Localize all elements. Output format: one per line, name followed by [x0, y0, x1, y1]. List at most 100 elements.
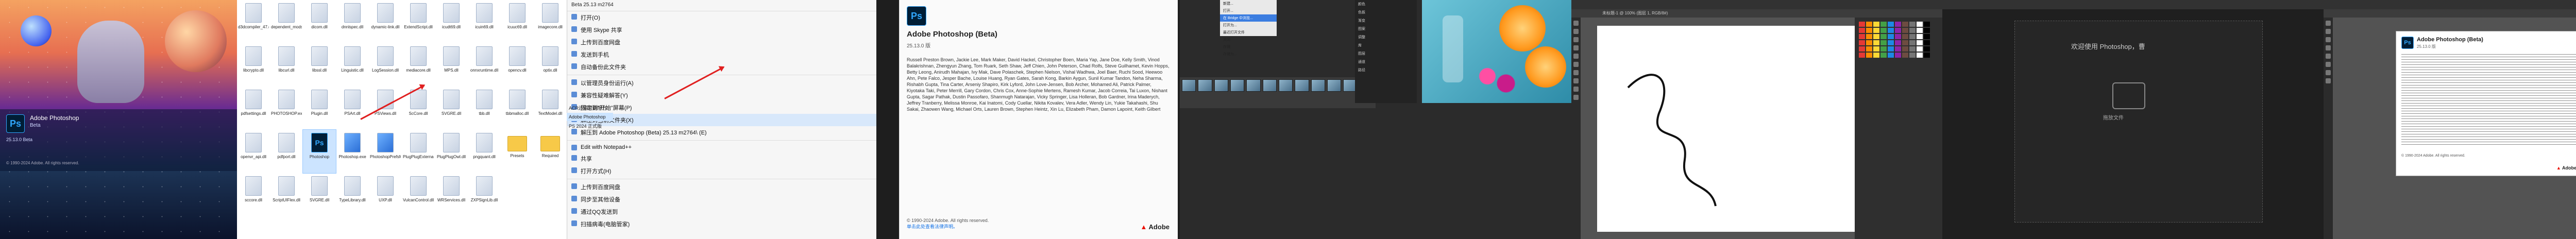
- color-swatch[interactable]: [1917, 22, 1923, 27]
- context-menu-item[interactable]: 兼容性疑难解答(Y): [567, 89, 876, 101]
- file-menu-item[interactable]: 在 Bridge 中浏览...: [1220, 14, 1277, 22]
- file-item[interactable]: tbbmalloc.dll: [501, 87, 534, 130]
- preset-thumbnail[interactable]: [1214, 79, 1228, 92]
- color-swatch[interactable]: [1902, 28, 1908, 33]
- file-item[interactable]: tbb.dll: [468, 87, 501, 130]
- preset-thumbnail[interactable]: [1246, 79, 1261, 92]
- color-swatch[interactable]: [1924, 40, 1930, 45]
- context-menu-item[interactable]: 上传到百度网盘: [567, 181, 876, 193]
- file-item[interactable]: dicom.dll: [303, 0, 336, 43]
- preset-thumbnail[interactable]: [1295, 79, 1309, 92]
- color-swatch[interactable]: [1895, 40, 1901, 45]
- color-swatch[interactable]: [1895, 22, 1901, 27]
- color-swatch[interactable]: [1909, 22, 1916, 27]
- file-item[interactable]: ScriptUIFlex.dll: [270, 173, 303, 216]
- file-item[interactable]: PHOTOSHOP.exe: [270, 87, 303, 130]
- color-swatch[interactable]: [1880, 22, 1887, 27]
- context-menu-item[interactable]: 扫描病毒(电脑管家): [567, 218, 876, 230]
- file-item[interactable]: openvr_api.dll: [237, 130, 270, 173]
- context-menu-item[interactable]: 同步至其他设备: [567, 193, 876, 206]
- file-item[interactable]: onnxruntime.dll: [468, 43, 501, 87]
- file-item[interactable]: ScCore.dll: [402, 87, 435, 130]
- preset-thumbnail[interactable]: [1327, 79, 1342, 92]
- file-item[interactable]: MPS.dll: [435, 43, 468, 87]
- color-swatch[interactable]: [1895, 34, 1901, 39]
- file-item[interactable]: Presets: [501, 130, 534, 173]
- file-menu-item[interactable]: 存储: [1220, 43, 1277, 50]
- file-item[interactable]: opencv.dll: [501, 43, 534, 87]
- panel-label[interactable]: 路径: [1355, 66, 1417, 74]
- color-swatch[interactable]: [1895, 46, 1901, 52]
- document-tab[interactable]: 未标题-1 @ 100% (图层 1, RGB/8#): [1602, 10, 1668, 16]
- panel-label[interactable]: 库: [1355, 41, 1417, 49]
- file-item[interactable]: optix.dll: [534, 43, 567, 87]
- file-item[interactable]: libcurl.dll: [270, 43, 303, 87]
- context-menu-item[interactable]: 通过QQ发送到: [567, 206, 876, 218]
- file-item[interactable]: UXP.dll: [369, 173, 402, 216]
- color-swatch[interactable]: [1888, 46, 1894, 52]
- file-item[interactable]: mediacore.dll: [402, 43, 435, 87]
- file-item[interactable]: icudt69.dll: [435, 0, 468, 43]
- color-swatch[interactable]: [1924, 34, 1930, 39]
- color-swatch[interactable]: [1902, 22, 1908, 27]
- file-item[interactable]: VulcanControl.dll: [402, 173, 435, 216]
- file-item[interactable]: Linguistic.dll: [336, 43, 369, 87]
- file-item[interactable]: ZXPSignLib.dll: [468, 173, 501, 216]
- color-swatch[interactable]: [1859, 53, 1865, 58]
- color-swatch[interactable]: [1873, 53, 1879, 58]
- file-item[interactable]: pdfsettings.dll: [237, 87, 270, 130]
- file-item[interactable]: PSArt.dll: [336, 87, 369, 130]
- color-swatch[interactable]: [1859, 34, 1865, 39]
- side-list-item[interactable]: ACR还原智能阻力: [567, 103, 613, 113]
- context-menu-item[interactable]: 以管理员身份运行(A): [567, 77, 876, 89]
- color-swatch[interactable]: [1909, 40, 1916, 45]
- file-item[interactable]: dynamic-link.dll: [369, 0, 402, 43]
- color-swatch[interactable]: [1917, 28, 1923, 33]
- panel-label[interactable]: 颜色: [1355, 0, 1417, 8]
- color-swatch[interactable]: [1888, 40, 1894, 45]
- color-swatch[interactable]: [1880, 53, 1887, 58]
- color-swatch[interactable]: [1917, 34, 1923, 39]
- file-item[interactable]: Ps Photoshop: [302, 129, 336, 174]
- color-swatch[interactable]: [1909, 46, 1916, 52]
- context-menu-item[interactable]: 解压到 Adobe Photoshop (Beta) 25.13 m2764\ …: [567, 126, 876, 139]
- file-item[interactable]: Photoshop.exe: [336, 130, 369, 173]
- panel-label[interactable]: 色板: [1355, 8, 1417, 16]
- file-item[interactable]: icuuc69.dll: [501, 0, 534, 43]
- file-item[interactable]: SVGRE.dll: [303, 173, 336, 216]
- color-swatch[interactable]: [1880, 46, 1887, 52]
- preset-thumbnail[interactable]: [1262, 79, 1277, 92]
- color-swatch[interactable]: [1873, 40, 1879, 45]
- color-swatch[interactable]: [1873, 22, 1879, 27]
- color-swatch[interactable]: [1873, 46, 1879, 52]
- context-menu-item[interactable]: 解压到当前文件夹(X): [567, 114, 876, 126]
- color-swatch[interactable]: [1917, 53, 1923, 58]
- side-list-item[interactable]: Adobe Photoshop: [567, 113, 613, 121]
- color-swatch[interactable]: [1866, 28, 1872, 33]
- color-swatch[interactable]: [1859, 40, 1865, 45]
- context-menu-item[interactable]: 上传到百度网盘: [567, 36, 876, 48]
- context-menu-item[interactable]: 打开(O): [567, 11, 876, 24]
- color-swatch[interactable]: [1902, 34, 1908, 39]
- file-menu-item[interactable]: 关闭: [1220, 36, 1277, 43]
- file-item[interactable]: Plugin.dll: [303, 87, 336, 130]
- color-swatch[interactable]: [1859, 46, 1865, 52]
- panel-label[interactable]: 渐变: [1355, 16, 1417, 25]
- file-item[interactable]: imagecore.dll: [534, 0, 567, 43]
- color-swatch[interactable]: [1924, 22, 1930, 27]
- panel-label[interactable]: 图案: [1355, 25, 1417, 33]
- context-menu-item[interactable]: 发送到手机: [567, 48, 876, 61]
- color-swatch[interactable]: [1909, 53, 1916, 58]
- document-canvas[interactable]: [1597, 26, 1855, 232]
- color-swatch[interactable]: [1924, 28, 1930, 33]
- color-swatch[interactable]: [1895, 28, 1901, 33]
- preset-thumbnail[interactable]: [1278, 79, 1293, 92]
- color-swatch[interactable]: [1873, 34, 1879, 39]
- file-menu-item[interactable]: 打开...: [1220, 7, 1277, 14]
- color-swatch[interactable]: [1902, 46, 1908, 52]
- file-item[interactable]: PhotoshopPrefsMgr: [369, 130, 402, 173]
- file-item[interactable]: pdfport.dll: [270, 130, 303, 173]
- file-menu-item[interactable]: 存储为...: [1220, 50, 1277, 58]
- color-swatch[interactable]: [1888, 53, 1894, 58]
- file-item[interactable]: d3dcompiler_47.dll: [237, 0, 270, 43]
